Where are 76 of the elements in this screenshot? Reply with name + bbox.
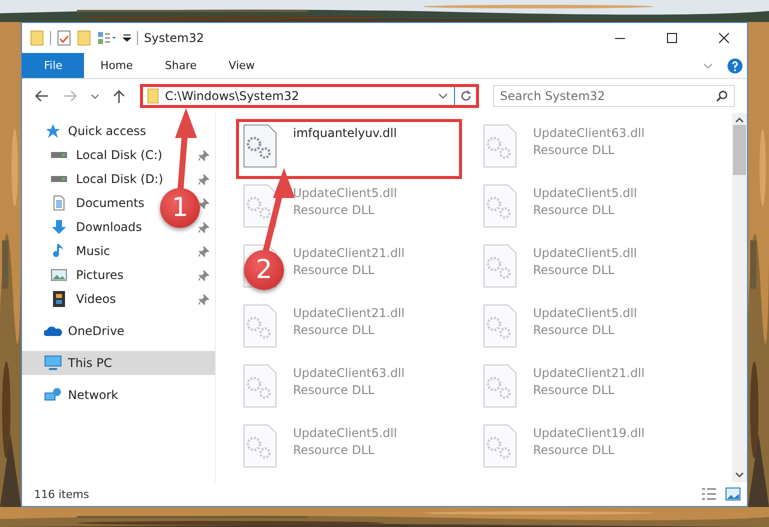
file-type: Resource DLL — [533, 443, 616, 457]
sidebar-item[interactable]: Local Disk (C:) — [50, 148, 162, 162]
sidebar-item[interactable]: Videos — [50, 291, 116, 307]
file-type: Resource DLL — [533, 203, 616, 217]
details-view-icon[interactable] — [701, 487, 717, 501]
search-bar[interactable]: Search System32 — [493, 85, 735, 107]
help-icon[interactable] — [727, 58, 743, 74]
file-type: Resource DLL — [293, 383, 376, 397]
settings-file-icon — [483, 244, 517, 288]
music-note-icon — [53, 243, 65, 259]
sidebar-item[interactable]: Music — [50, 243, 110, 259]
settings-file-icon — [483, 124, 517, 168]
sidebar-item[interactable]: Documents — [50, 195, 144, 211]
sidebar-item[interactable]: OneDrive — [44, 324, 124, 338]
expand-ribbon-icon[interactable] — [703, 62, 713, 68]
file-type: Resource DLL — [533, 323, 616, 337]
file-type: Resource DLL — [533, 143, 616, 157]
settings-file-icon — [243, 424, 277, 468]
sidebar-item[interactable]: Network — [44, 387, 118, 403]
file-type: Resource DLL — [293, 443, 376, 457]
dropdown-caret-icon[interactable] — [438, 93, 448, 99]
scroll-thumb[interactable] — [733, 125, 746, 175]
maximize-icon — [667, 33, 677, 43]
address-bar[interactable]: C:\Windows\System32 — [140, 84, 479, 108]
sidebar-item[interactable]: Pictures — [50, 268, 124, 282]
monitor-icon — [44, 355, 62, 371]
window-title: System32 — [144, 31, 204, 45]
download-arrow-icon — [51, 219, 67, 235]
large-icons-view-icon[interactable] — [725, 487, 741, 501]
ribbon-tab[interactable]: Share — [148, 53, 213, 78]
settings-file-icon — [483, 424, 517, 468]
address-field[interactable]: C:\Windows\System32 — [165, 89, 432, 103]
file-type: Resource DLL — [293, 323, 376, 337]
cloud-icon — [44, 325, 62, 337]
up-arrow-icon — [113, 89, 125, 103]
selected-file-tile[interactable]: imfquantelyuv.dll — [236, 119, 462, 179]
settings-file-icon — [483, 304, 517, 348]
drive-icon — [51, 152, 67, 158]
ribbon-tab[interactable]: Home — [84, 53, 149, 78]
scroll-down-icon[interactable] — [735, 472, 744, 478]
item-count: 116 items — [34, 488, 90, 500]
settings-file-icon — [483, 364, 517, 408]
customize-caret-icon[interactable] — [123, 34, 131, 42]
view-icon[interactable] — [97, 30, 117, 46]
document-icon — [53, 195, 65, 211]
search-field[interactable]: Search System32 — [500, 89, 716, 103]
properties-icon[interactable] — [57, 30, 71, 46]
settings-file-icon — [243, 364, 277, 408]
file-type: Resource DLL — [533, 383, 616, 397]
folder-icon — [147, 88, 159, 104]
settings-file-icon — [243, 124, 277, 168]
refresh-icon — [460, 90, 472, 102]
ribbon-tab[interactable]: File — [22, 53, 84, 78]
sidebar-item[interactable]: Downloads — [50, 219, 142, 235]
settings-file-icon — [483, 184, 517, 228]
file-type: Resource DLL — [533, 263, 616, 277]
file-type: Resource DLL — [293, 203, 376, 217]
network-icon — [44, 387, 62, 403]
settings-file-icon — [243, 184, 277, 228]
file-type: Resource DLL — [293, 263, 376, 277]
star-icon — [45, 123, 61, 139]
file-name[interactable]: imfquantelyuv.dll — [293, 126, 397, 140]
drive-icon — [51, 176, 67, 182]
close-icon — [719, 33, 729, 43]
sidebar-item[interactable]: Quick access — [44, 123, 146, 139]
search-icon — [716, 90, 728, 102]
picture-icon — [51, 269, 67, 281]
forward-arrow-icon — [63, 90, 77, 102]
ribbon-tab[interactable]: View — [212, 53, 271, 78]
film-icon — [53, 291, 65, 307]
sidebar-item[interactable]: Local Disk (D:) — [50, 172, 164, 186]
scrollbar[interactable] — [732, 113, 747, 482]
back-arrow-icon — [35, 90, 49, 102]
scroll-up-icon[interactable] — [735, 117, 744, 123]
caret-icon — [91, 94, 99, 98]
settings-file-icon — [243, 304, 277, 348]
